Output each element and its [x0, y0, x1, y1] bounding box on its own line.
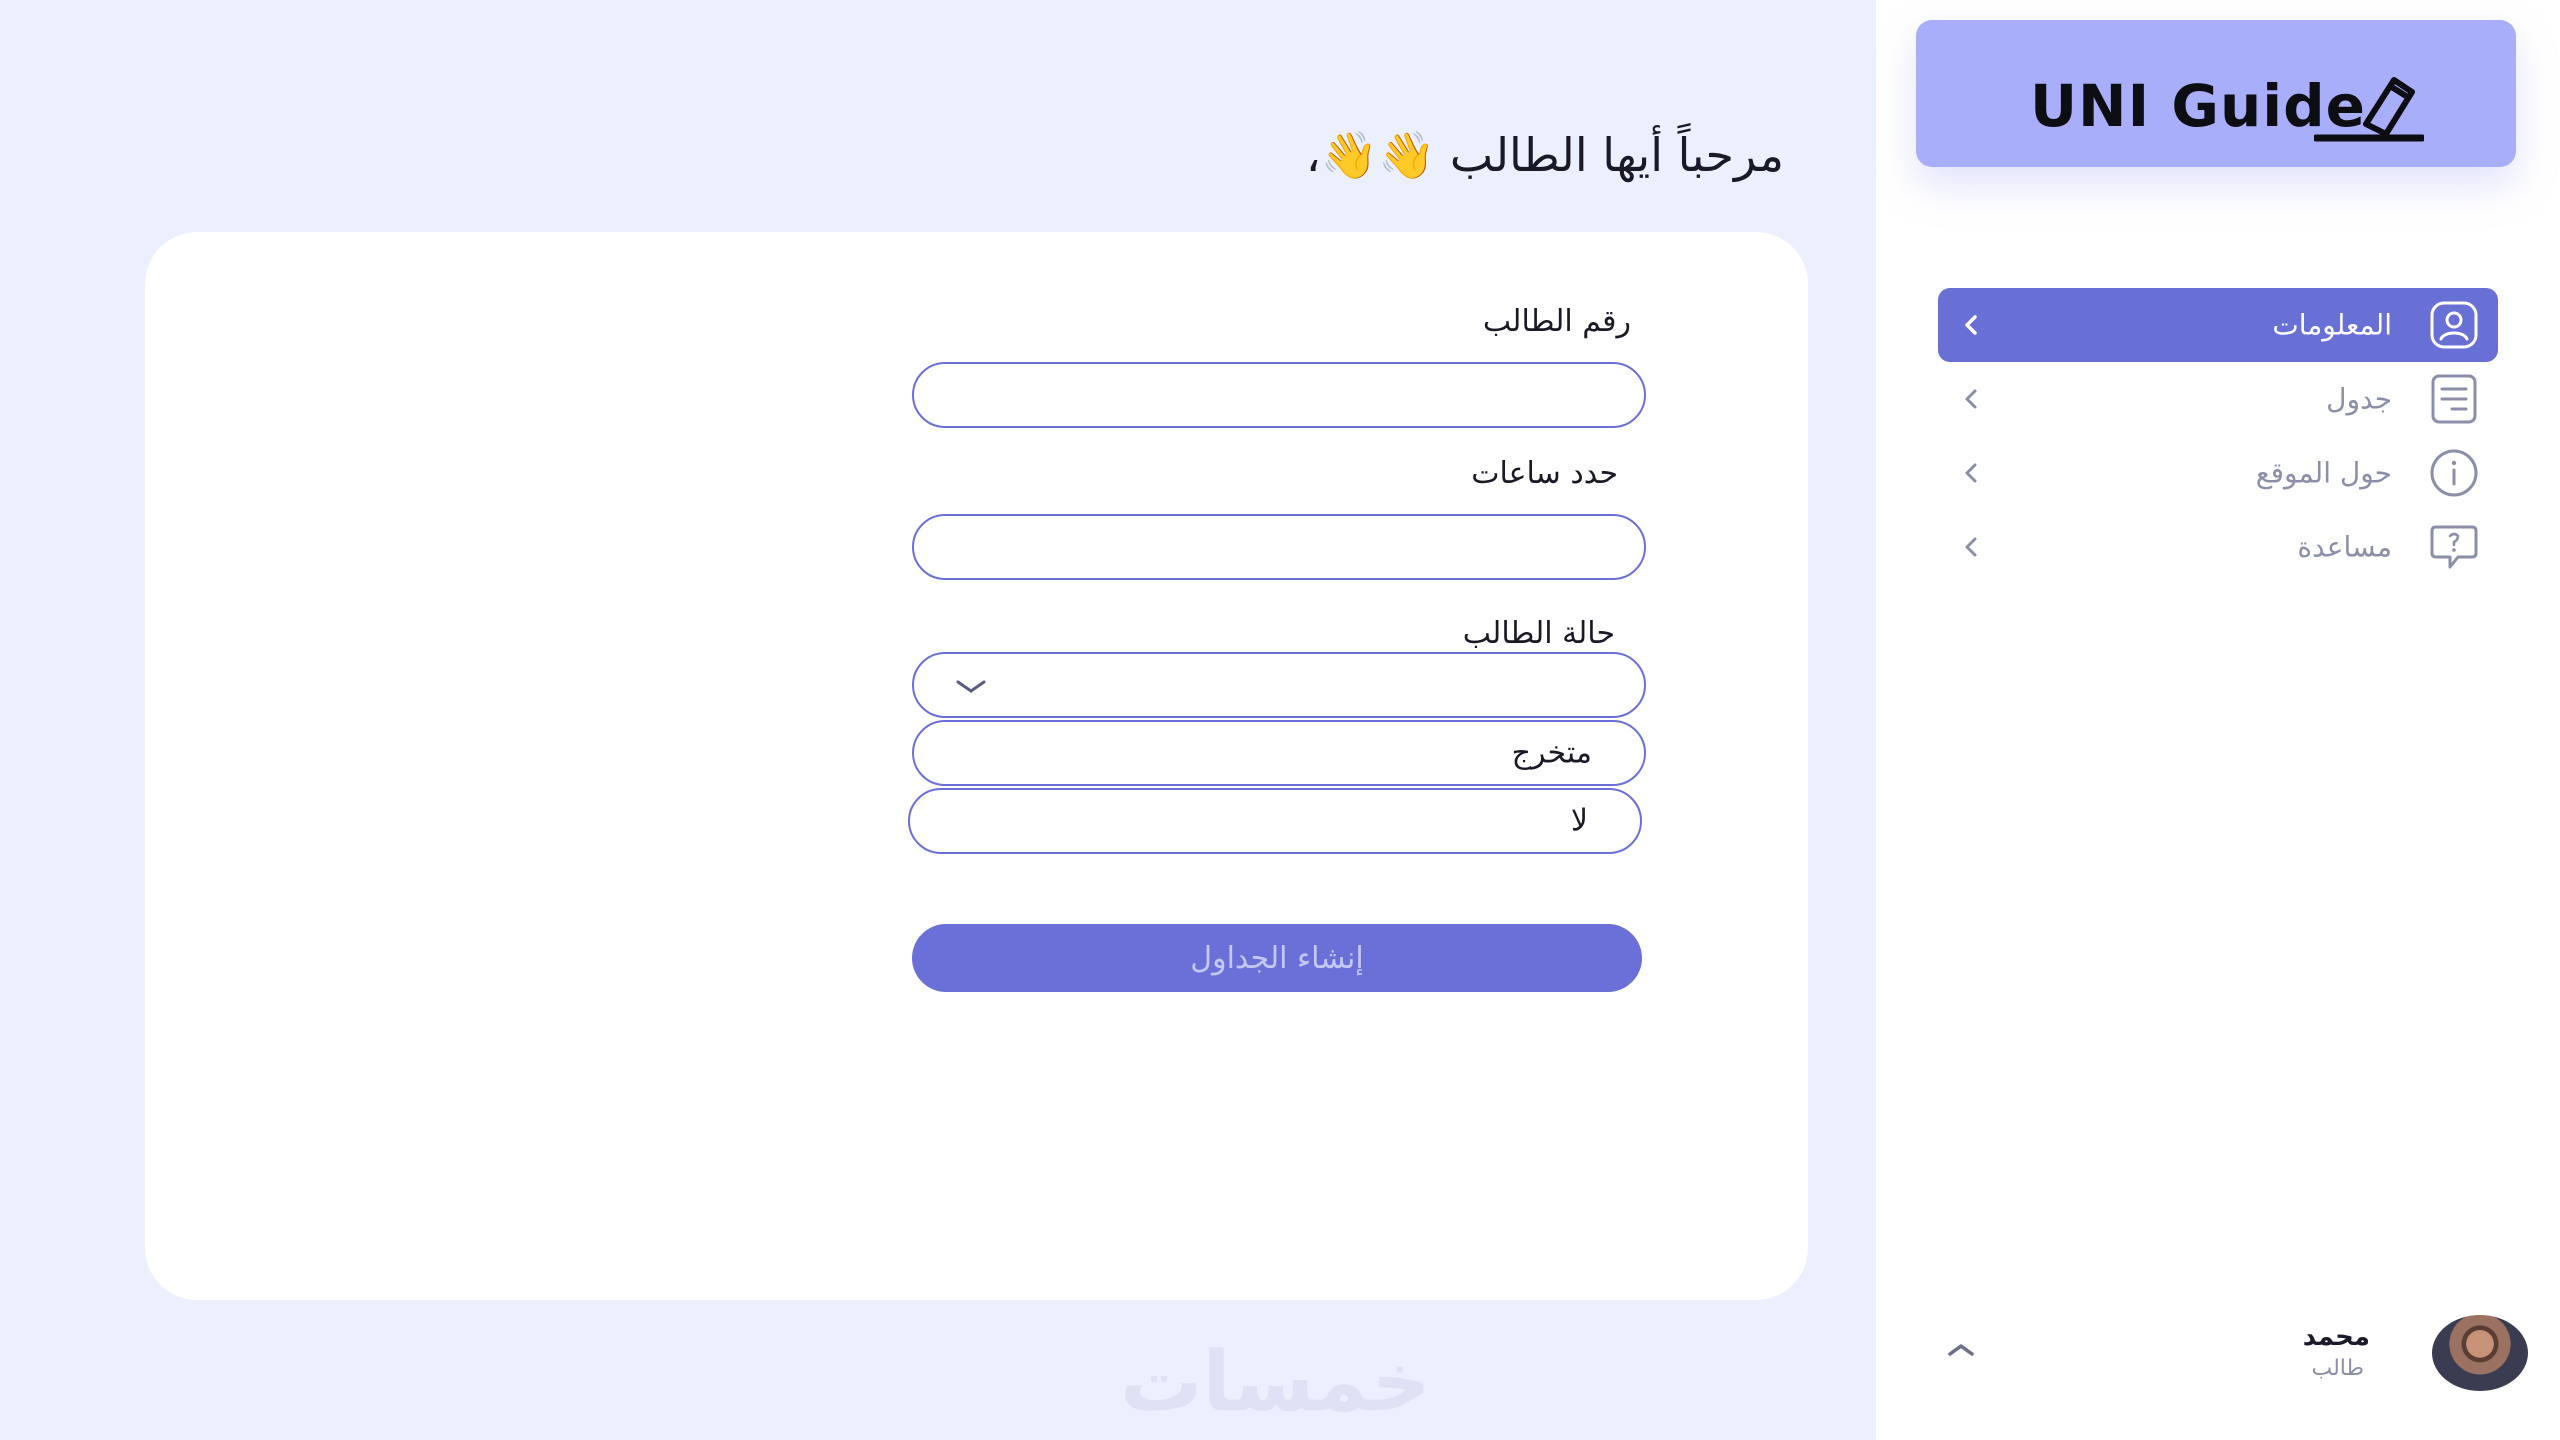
chevron-left-icon: [1965, 315, 1977, 335]
chevron-left-icon: [1965, 389, 1977, 409]
sidebar-item-schedule[interactable]: جدول: [1938, 362, 2498, 436]
watermark-logo: خمسات: [1120, 1335, 1431, 1430]
chevron-left-icon: [1965, 463, 1977, 483]
app-root: مرحباً أيها الطالب 👋👋، رقم الطالب حدد سا…: [0, 0, 2560, 1440]
student-status-label: حالة الطالب: [1462, 616, 1615, 651]
status-option-graduated[interactable]: متخرج: [912, 720, 1646, 786]
student-status-select[interactable]: [912, 652, 1646, 718]
logo-text: UNI Guide: [2029, 72, 2366, 140]
logo-card[interactable]: UNI Guide: [1916, 20, 2516, 167]
page-greeting: مرحباً أيها الطالب 👋👋،: [1305, 128, 1784, 182]
sidebar-item-information[interactable]: المعلومات: [1938, 288, 2498, 362]
sidebar-item-label: مساعدة: [2297, 530, 2392, 564]
hours-input[interactable]: [912, 514, 1646, 580]
sidebar-item-label: المعلومات: [2272, 308, 2392, 342]
sidebar-item-about[interactable]: حول الموقع: [1938, 436, 2498, 510]
student-id-input[interactable]: [912, 362, 1646, 428]
user-profile-icon: [2430, 301, 2478, 349]
student-id-label: رقم الطالب: [1482, 304, 1631, 339]
status-option-label: متخرج: [1511, 735, 1592, 771]
avatar: [2432, 1315, 2528, 1391]
hours-label: حدد ساعات: [1471, 456, 1618, 491]
sidebar-item-help[interactable]: مساعدة: [1938, 510, 2498, 584]
status-option-no[interactable]: لا: [908, 788, 1642, 854]
status-option-label: لا: [1570, 803, 1588, 839]
user-profile[interactable]: محمد طالب: [1876, 1300, 2560, 1400]
form-card: رقم الطالب حدد ساعات حالة الطالب متخرج ل…: [145, 232, 1808, 1300]
chevron-left-icon: [1965, 537, 1977, 557]
sidebar-item-label: جدول: [2326, 382, 2392, 416]
user-role: طالب: [2311, 1356, 2364, 1381]
user-name: محمد: [2302, 1322, 2370, 1352]
info-icon: [2430, 449, 2478, 497]
chevron-up-icon[interactable]: [1944, 1332, 1978, 1366]
create-schedules-button[interactable]: إنشاء الجداول: [912, 924, 1642, 992]
list-document-icon: [2431, 374, 2477, 424]
sidebar: UNI Guide المعلومات جدول حول الموقع مساع…: [1876, 0, 2560, 1440]
chevron-down-icon: [956, 680, 986, 693]
sidebar-item-label: حول الموقع: [2255, 456, 2392, 490]
help-chat-icon: [2430, 525, 2478, 569]
sidebar-nav: المعلومات جدول حول الموقع مساعدة: [1938, 288, 2498, 584]
